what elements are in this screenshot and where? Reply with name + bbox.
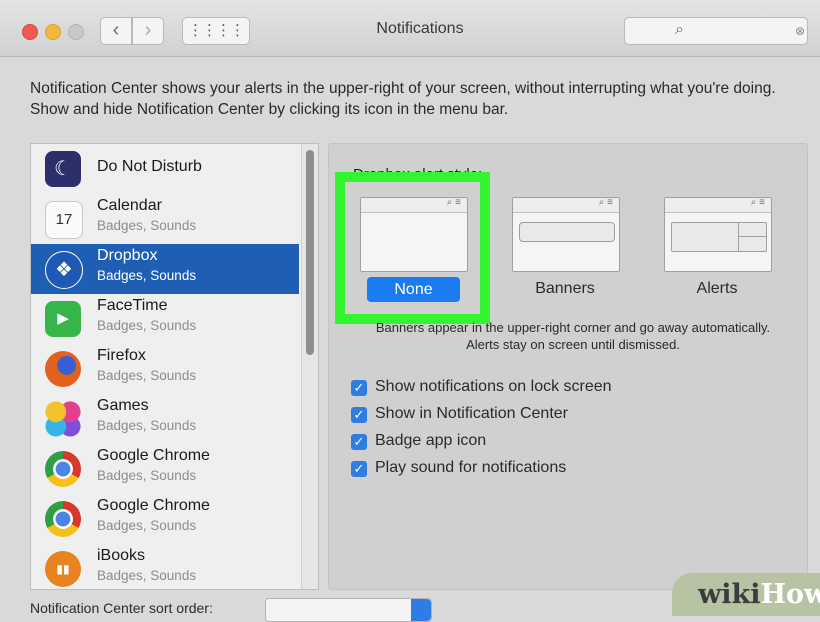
app-list[interactable]: ☾ Do Not Disturb 17 Calendar Badges, Sou… (30, 143, 319, 590)
app-name: iBooks (97, 547, 146, 564)
preview-menubar: ⌕ ≡ (665, 197, 771, 213)
app-subtitle: Badges, Sounds (97, 418, 197, 433)
checkmark-icon[interactable]: ✓ (351, 407, 367, 423)
list-item-firefox[interactable]: ● Firefox Badges, Sounds (31, 344, 299, 394)
sort-order-select[interactable] (265, 598, 432, 622)
app-name: Do Not Disturb (97, 158, 202, 175)
ibooks-icon: ▮▮ (45, 551, 81, 587)
chrome-icon: ● (45, 501, 81, 537)
calendar-icon: 17 (45, 201, 83, 239)
app-subtitle: Badges, Sounds (97, 318, 197, 333)
preview-menubar-icons: ⌕ ≡ (750, 197, 765, 208)
list-item-do-not-disturb[interactable]: ☾ Do Not Disturb (31, 144, 299, 194)
grid-icon: ⋮⋮⋮⋮ (188, 22, 245, 39)
checkbox-label: Badge app icon (375, 432, 487, 449)
minimize-window-button[interactable] (45, 24, 61, 40)
search-icon: ⌕ (675, 21, 684, 38)
app-name: Firefox (97, 347, 146, 364)
alert-settings-panel: Dropbox alert style: ⌕ ≡ None ⌕ ≡ Banner… (328, 143, 808, 590)
clear-search-icon[interactable]: ⊗ (795, 24, 807, 38)
checkmark-icon[interactable]: ✓ (351, 461, 367, 477)
checkbox-label: Show notifications on lock screen (375, 378, 612, 395)
list-item-google-chrome[interactable]: ● Google Chrome Badges, Sounds (31, 444, 299, 494)
app-subtitle: Badges, Sounds (97, 568, 197, 583)
list-item-calendar[interactable]: 17 Calendar Badges, Sounds (31, 194, 299, 244)
list-item-games[interactable]: ● Games Badges, Sounds (31, 394, 299, 444)
app-name: FaceTime (97, 297, 168, 314)
app-subtitle: Badges, Sounds (97, 268, 197, 283)
app-subtitle: Badges, Sounds (97, 218, 197, 233)
chevron-down-icon (411, 599, 431, 621)
sort-order-label: Notification Center sort order: (30, 600, 213, 616)
window-titlebar: ‹ › ⋮⋮⋮⋮ Notifications ⌕ ⊗ (0, 0, 820, 57)
app-subtitle: Badges, Sounds (97, 518, 197, 533)
moon-icon: ☾ (45, 151, 81, 187)
app-name: Calendar (97, 197, 162, 214)
list-item-google-chrome[interactable]: ● Google Chrome Badges, Sounds (31, 494, 299, 544)
banners-style-preview[interactable]: ⌕ ≡ (512, 197, 620, 272)
checkbox-label: Show in Notification Center (375, 405, 568, 422)
window-title: Notifications (376, 20, 464, 37)
alerts-style-label[interactable]: Alerts (664, 280, 770, 298)
app-subtitle: Badges, Sounds (97, 368, 197, 383)
facetime-icon: ▶ (45, 301, 81, 337)
checkbox-label: Play sound for notifications (375, 459, 567, 476)
alert-style-info: Banners appear in the upper-right corner… (375, 320, 771, 352)
app-name: Dropbox (97, 247, 158, 264)
chrome-icon: ● (45, 451, 81, 487)
chevron-right-icon: › (144, 19, 152, 41)
chevron-left-icon: ‹ (112, 19, 120, 41)
alerts-style-preview[interactable]: ⌕ ≡ (664, 197, 772, 272)
dropbox-icon: ❖ (45, 251, 83, 289)
list-item-facetime[interactable]: ▶ FaceTime Badges, Sounds (31, 294, 299, 344)
zoom-window-button[interactable] (68, 24, 84, 40)
preview-menubar: ⌕ ≡ (513, 197, 619, 213)
preview-menubar-icons: ⌕ ≡ (598, 197, 613, 208)
list-item-dropbox[interactable]: ❖ Dropbox Badges, Sounds (31, 244, 299, 294)
app-name: Google Chrome (97, 497, 210, 514)
firefox-icon: ● (45, 351, 81, 387)
back-button[interactable]: ‹ (100, 17, 132, 45)
forward-button[interactable]: › (132, 17, 164, 45)
list-item-ibooks[interactable]: ▮▮ iBooks Badges, Sounds (31, 544, 299, 589)
checkmark-icon[interactable]: ✓ (351, 380, 367, 396)
banner-shape (519, 222, 615, 242)
none-style-button[interactable]: None (367, 277, 460, 302)
wikihow-watermark: wikiHow (672, 573, 820, 616)
description-text: Notification Center shows your alerts in… (30, 80, 776, 118)
search-input[interactable]: ⌕ ⊗ (624, 17, 808, 45)
app-subtitle: Badges, Sounds (97, 468, 197, 483)
app-list-scrollbar[interactable] (301, 144, 318, 589)
app-name: Google Chrome (97, 447, 210, 464)
close-window-button[interactable] (22, 24, 38, 40)
scroll-thumb[interactable] (306, 150, 314, 355)
banners-style-label[interactable]: Banners (512, 280, 618, 298)
checkmark-icon[interactable]: ✓ (351, 434, 367, 450)
app-name: Games (97, 397, 149, 414)
show-all-button[interactable]: ⋮⋮⋮⋮ (182, 17, 250, 45)
alert-shape (671, 222, 767, 252)
games-icon: ● (45, 401, 81, 437)
